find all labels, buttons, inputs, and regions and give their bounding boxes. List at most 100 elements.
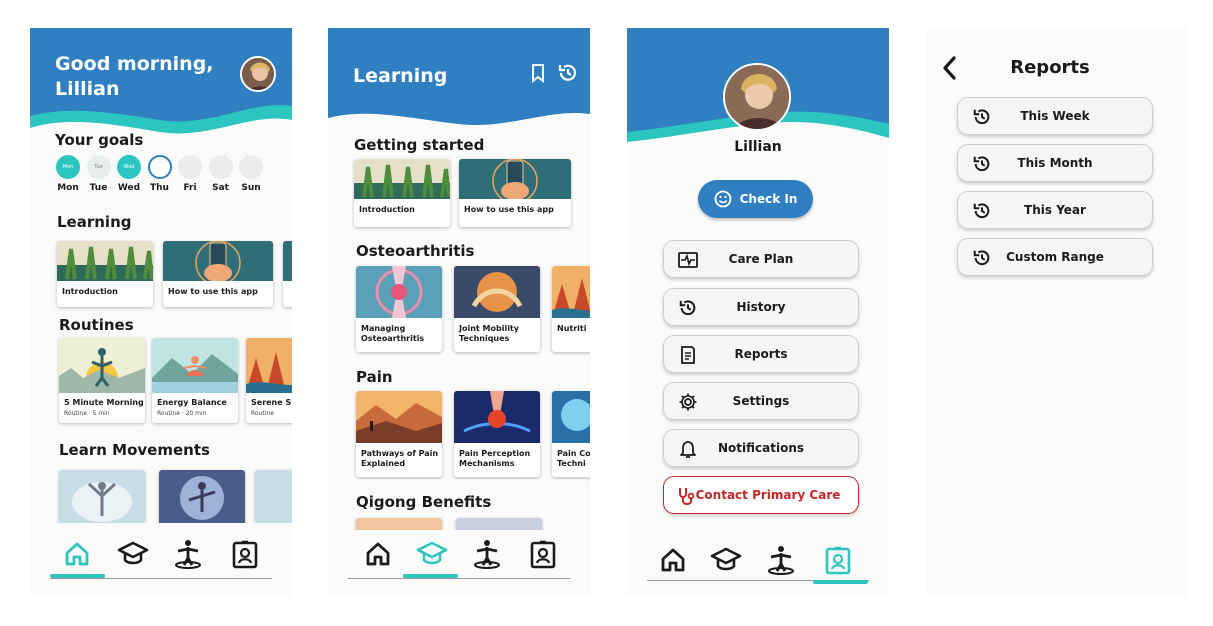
history-icon: [972, 201, 992, 221]
goal-day-label: Mon: [57, 183, 79, 193]
home-icon[interactable]: [59, 536, 95, 572]
goal-day-label: Wed: [117, 183, 141, 193]
card-pain-co[interactable]: Pain Co Techni: [552, 391, 590, 477]
learning-card-how-to[interactable]: How to use this app: [459, 159, 571, 227]
home-header: Good morning, Lillian: [30, 28, 292, 148]
card-title: Pathways of Pain Explained: [361, 449, 439, 468]
goal-day-indicator: Tue: [86, 155, 111, 179]
bottom-nav: [50, 536, 272, 579]
card-pathways-of-pain[interactable]: Pathways of Pain Explained: [356, 391, 442, 477]
care-plan-button[interactable]: Care Plan: [663, 240, 859, 278]
nutrition-thumbnail: [552, 266, 590, 318]
card-pain-perception[interactable]: Pain Perception Mechanisms: [454, 391, 540, 477]
history-icon: [678, 298, 698, 318]
morning-routine-thumbnail: [59, 338, 145, 393]
learning-card-partial[interactable]: [283, 241, 292, 307]
goal-day-label: Thu: [150, 183, 169, 193]
profile-avatar[interactable]: [723, 63, 791, 131]
this-week-button[interactable]: This Week: [957, 97, 1153, 135]
history-button[interactable]: History: [663, 288, 859, 326]
card-title: Joint Mobility Techniques: [459, 324, 519, 343]
routine-card-energy-balance[interactable]: Energy Balance Routine · 20 min: [152, 338, 238, 423]
notifications-button[interactable]: Notifications: [663, 429, 859, 467]
history-icon: [972, 248, 992, 268]
card-title: Pain Co Techni: [557, 449, 590, 468]
joint-mobility-thumbnail: [454, 266, 540, 318]
goal-day-label: Tue: [89, 183, 108, 193]
goal-day-wed[interactable]: Wed Wed: [116, 155, 142, 193]
section-getting-started: Getting started: [354, 136, 485, 154]
card-joint-mobility[interactable]: Joint Mobility Techniques: [454, 266, 540, 352]
graduation-cap-icon[interactable]: [414, 536, 450, 572]
learning-card-how-to[interactable]: How to use this app: [163, 241, 273, 307]
goal-day-fri[interactable]: Fri: [177, 155, 203, 193]
bottom-nav: [647, 542, 869, 584]
card-title: Energy Balance: [157, 398, 227, 407]
goal-day-sat[interactable]: Sat: [208, 155, 234, 193]
card-title: Introduction: [62, 287, 118, 296]
reports-title: Reports: [1010, 57, 1090, 78]
bottom-nav: [348, 536, 570, 579]
nav-divider: [348, 578, 570, 579]
profile-badge-icon[interactable]: [227, 536, 263, 572]
exercise-figure-icon[interactable]: [763, 542, 799, 578]
profile-badge-icon[interactable]: [525, 536, 561, 572]
goal-day-thu[interactable]: Thu: [147, 155, 173, 193]
goal-day-mon[interactable]: Mon Mon: [55, 155, 81, 193]
settings-button[interactable]: Settings: [663, 382, 859, 420]
card-title: Serene S: [251, 398, 292, 407]
home-icon[interactable]: [655, 542, 691, 578]
profile-name: Lillian: [734, 139, 782, 155]
pain-thumbnail: [552, 391, 590, 443]
card-meta: Routine · 20 min: [157, 410, 207, 417]
goal-day-tue[interactable]: Tue Tue: [86, 155, 112, 193]
thumbnail: [283, 241, 292, 281]
bell-icon: [678, 439, 698, 459]
contact-primary-care-button[interactable]: Contact Primary Care: [663, 476, 859, 514]
movement-thumbnail: [59, 470, 145, 526]
routine-card-serene[interactable]: Serene S Routine: [246, 338, 292, 423]
gear-icon: [678, 392, 698, 412]
card-title: Pain Perception Mechanisms: [459, 449, 531, 468]
goal-day-label: Sun: [241, 183, 261, 193]
exercise-figure-icon[interactable]: [170, 536, 206, 572]
check-in-button[interactable]: Check In: [698, 180, 813, 218]
routine-card-5-minute-morning[interactable]: 5 Minute Morning Routine · 5 min: [59, 338, 145, 423]
section-pain: Pain: [356, 368, 393, 386]
nav-divider: [50, 578, 272, 579]
learning-card-introduction[interactable]: Introduction: [354, 159, 450, 227]
routines-title: Routines: [59, 316, 134, 334]
home-icon[interactable]: [360, 536, 396, 572]
avatar[interactable]: [240, 56, 276, 92]
goal-day-label: Sat: [212, 183, 229, 193]
movement-card[interactable]: [59, 470, 145, 526]
graduation-cap-icon[interactable]: [708, 542, 744, 578]
goal-day-sun[interactable]: Sun: [238, 155, 264, 193]
goals-title: Your goals: [55, 131, 144, 149]
this-year-button[interactable]: This Year: [957, 191, 1153, 229]
graduation-cap-icon[interactable]: [115, 536, 151, 572]
exercise-figure-icon[interactable]: [469, 536, 505, 572]
active-tab-indicator: [813, 580, 868, 584]
goal-day-indicator: [178, 155, 202, 179]
check-in-label: Check In: [739, 192, 798, 206]
movement-card[interactable]: [255, 470, 292, 526]
home-screen: Good morning, Lillian Your goals Mon Mon T…: [30, 28, 292, 596]
custom-range-button[interactable]: Custom Range: [957, 238, 1153, 276]
learn-movements-title: Learn Movements: [59, 441, 210, 459]
profile-badge-icon[interactable]: [820, 542, 856, 578]
learning-card-introduction[interactable]: Introduction: [57, 241, 153, 307]
reports-icon: [678, 345, 698, 365]
phone-hand-thumbnail: [163, 241, 273, 281]
card-title: Introduction: [359, 205, 415, 214]
profile-screen: Lillian Check In Care Plan History Repor…: [627, 28, 889, 596]
this-month-button[interactable]: This Month: [957, 144, 1153, 182]
movement-card[interactable]: [159, 470, 245, 526]
card-nutrition[interactable]: Nutriti: [552, 266, 590, 352]
card-managing-osteoarthritis[interactable]: Managing Osteoarthritis: [356, 266, 442, 352]
history-icon: [972, 154, 992, 174]
section-qigong-benefits: Qigong Benefits: [356, 493, 492, 511]
pain-perception-thumbnail: [454, 391, 540, 443]
reports-button[interactable]: Reports: [663, 335, 859, 373]
card-title: How to use this app: [168, 287, 258, 296]
